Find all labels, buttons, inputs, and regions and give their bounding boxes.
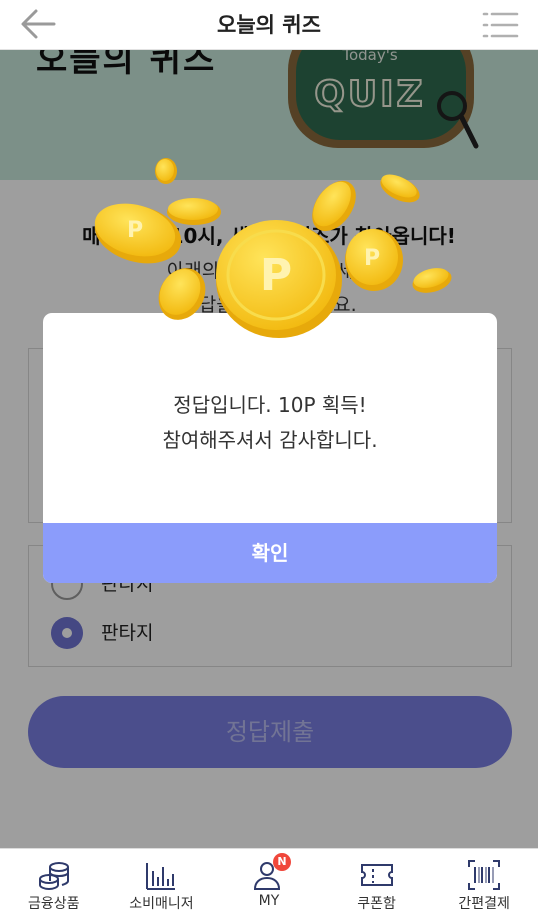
new-badge: N: [272, 853, 291, 871]
nav-label: 소비매니저: [129, 896, 194, 912]
page-title: 오늘의 퀴즈: [217, 13, 321, 37]
confirm-button[interactable]: 확인: [43, 523, 497, 583]
coin-icon: [167, 198, 221, 225]
coin-icon: [312, 180, 356, 232]
coin-icon: [380, 174, 420, 203]
coins-stack-icon: [38, 862, 69, 891]
coin-letter: P: [260, 250, 292, 301]
nav-label: 쿠폰함: [357, 896, 396, 912]
barcode-icon: [468, 860, 501, 890]
bottom-navigation: 금융상품 소비매니저 N MY 쿠폰함 간편결제: [0, 848, 538, 918]
coin-icon: [158, 268, 206, 320]
bar-chart-icon: [146, 863, 176, 890]
coin-icon: [412, 268, 452, 293]
top-bar: 오늘의 퀴즈: [0, 0, 538, 50]
ticket-icon: [360, 864, 393, 886]
nav-item-my[interactable]: N MY: [215, 849, 323, 918]
result-message: 정답입니다. 10P 획득!: [173, 393, 367, 417]
coin-icon: P: [216, 220, 342, 338]
nav-label: MY: [258, 893, 280, 909]
nav-item-easy-pay[interactable]: 간편결제: [430, 849, 538, 918]
nav-item-financial-products[interactable]: 금융상품: [0, 849, 108, 918]
coin-icon: P: [345, 229, 403, 291]
nav-item-spending-manager[interactable]: 소비매니저: [108, 849, 216, 918]
coins-illustration: P P P: [94, 158, 452, 338]
coin-letter: P: [364, 246, 380, 271]
coin-icon: [155, 158, 177, 184]
thanks-message: 참여해주셔서 감사합니다.: [162, 428, 378, 452]
list-menu-icon[interactable]: [480, 5, 520, 45]
nav-label: 금융상품: [28, 896, 80, 912]
nav-item-coupon-box[interactable]: 쿠폰함: [323, 849, 431, 918]
nav-label: 간편결제: [458, 896, 510, 912]
coin-letter: P: [127, 218, 143, 243]
